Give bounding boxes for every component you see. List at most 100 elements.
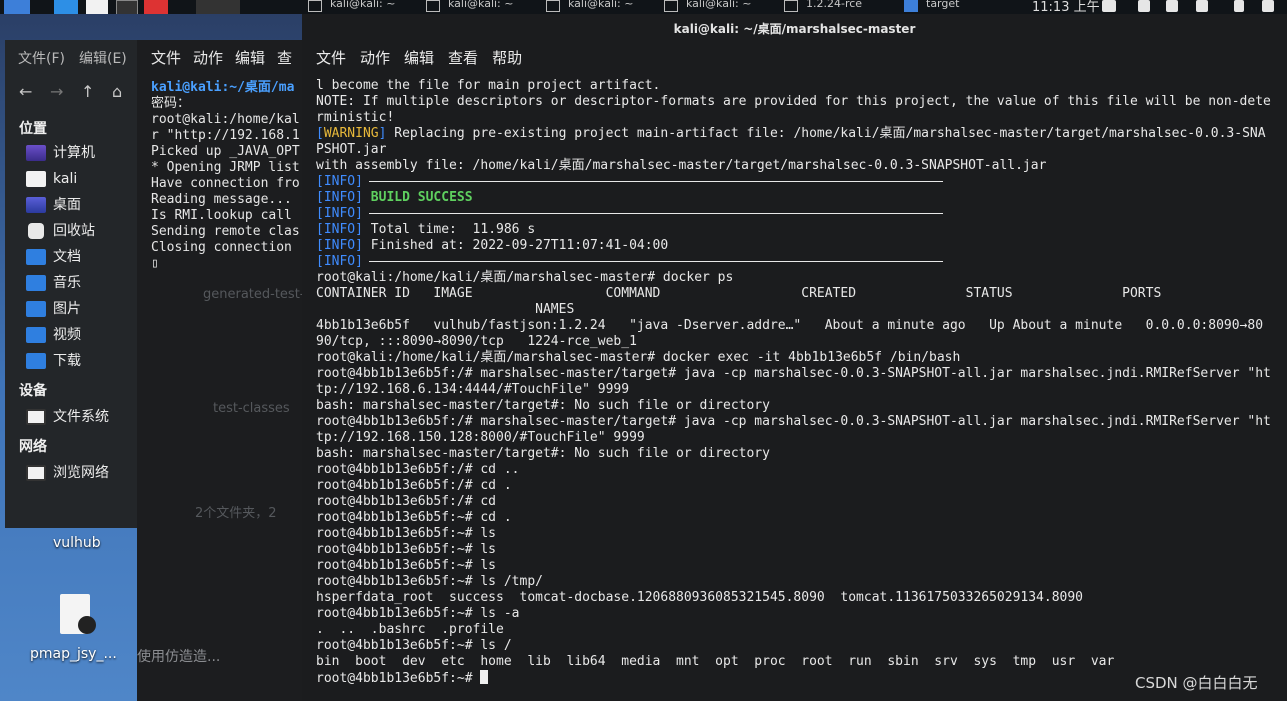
kali-menu-icon[interactable] xyxy=(4,0,30,14)
line-segment: Replacing pre-existing project main-arti… xyxy=(386,126,1266,141)
separator-rule xyxy=(368,181,943,182)
drive-icon xyxy=(26,409,46,425)
menu-view[interactable]: 查看 xyxy=(448,49,478,67)
terminal-line: bash: marshalsec-master/target#: No such… xyxy=(316,398,1287,414)
line-segment: root@4bb1b13e6b5f:~# ls / xyxy=(316,638,512,653)
terminal-menubar: 文件 动作 编辑 查看 帮助 xyxy=(316,47,536,68)
line-segment: PSHOT.jar xyxy=(316,142,387,157)
lock-screen-icon[interactable] xyxy=(1234,0,1244,12)
menu-help[interactable]: 帮助 xyxy=(492,49,522,67)
terminal-line: [INFO] xyxy=(316,206,1287,222)
forward-icon[interactable]: → xyxy=(50,82,81,101)
home-folder-icon xyxy=(26,171,46,187)
taskbar-item[interactable]: kali@kali: ~ xyxy=(546,0,658,14)
menu-view[interactable]: 查 xyxy=(277,49,292,67)
menu-file[interactable]: 文件(F) xyxy=(18,51,65,67)
terminal-line: root@4bb1b13e6b5f:~# ls / xyxy=(316,638,1287,654)
terminal-line: [INFO] xyxy=(316,174,1287,190)
desktop-icon-vulhub[interactable]: vulhub xyxy=(53,535,101,551)
power-icon[interactable] xyxy=(1262,0,1274,12)
desktop-icon-other[interactable]: 使用仿造造... xyxy=(137,646,220,666)
file-manager-nav: ← → ↑ ⌂ xyxy=(19,82,143,101)
terminal-launcher-icon[interactable] xyxy=(54,0,78,14)
terminal-line: bash: marshalsec-master/target#: No such… xyxy=(316,446,1287,462)
terminal-line: root@4bb1b13e6b5f:~# ls -a xyxy=(316,606,1287,622)
sidebar-item-music[interactable]: 音乐 xyxy=(26,273,81,293)
sidebar-item-filesystem[interactable]: 文件系统 xyxy=(26,407,109,427)
terminal-line: root@4bb1b13e6b5f:~# cd . xyxy=(316,510,1287,526)
line-segment: ▯ xyxy=(151,256,159,271)
line-segment: Sending remote clas xyxy=(151,224,300,239)
window-title: kali@kali: ~/桌面/marshalsec-master xyxy=(673,22,916,36)
line-segment: root@4bb1b13e6b5f:/# cd . xyxy=(316,478,512,493)
desktop-icon-pmap[interactable]: pmap_jsy_... xyxy=(30,646,117,662)
separator-rule xyxy=(368,261,943,262)
terminal-line: root@4bb1b13e6b5f:~# ls xyxy=(316,558,1287,574)
music-folder-icon xyxy=(26,275,46,291)
sidebar-item-browse-network[interactable]: 浏览网络 xyxy=(26,463,109,483)
file-manager-launcher-icon[interactable] xyxy=(86,0,108,14)
line-segment: root@kali:/home/kal xyxy=(151,112,300,127)
terminal-line: r "http://192.168.1 xyxy=(151,128,307,144)
taskbar-item[interactable]: kali@kali: ~ xyxy=(664,0,776,14)
terminal-line: bin boot dev etc home lib lib64 media mn… xyxy=(316,654,1287,670)
menu-file[interactable]: 文件 xyxy=(151,49,181,67)
line-segment: root@4bb1b13e6b5f:~# ls xyxy=(316,526,497,541)
terminal-line: root@4bb1b13e6b5f:/# marshalsec-master/t… xyxy=(316,366,1287,382)
network-icon[interactable] xyxy=(1166,0,1178,12)
sidebar-item-kali[interactable]: kali xyxy=(26,169,77,189)
notification-bell-icon[interactable] xyxy=(1138,0,1150,12)
sidebar-item-trash[interactable]: 回收站 xyxy=(26,221,95,241)
terminal-line: * Opening JRMP list xyxy=(151,160,307,176)
line-segment: kali@kali xyxy=(151,80,222,95)
line-segment: l become the file for main project artif… xyxy=(316,78,661,93)
terminal-icon xyxy=(664,0,678,12)
sidebar-item-videos[interactable]: 视频 xyxy=(26,325,81,345)
sidebar-item-desktop[interactable]: 桌面 xyxy=(26,195,81,215)
taskbar-item[interactable]: kali@kali: ~ xyxy=(426,0,540,14)
menu-edit[interactable]: 编辑 xyxy=(404,49,434,67)
workspace-switcher[interactable] xyxy=(196,0,240,14)
clipboard-icon[interactable] xyxy=(1102,0,1116,12)
terminal-line: Reading message... xyxy=(151,192,307,208)
up-icon[interactable]: ↑ xyxy=(81,82,112,101)
terminal-output[interactable]: l become the file for main project artif… xyxy=(316,78,1287,686)
terminal-line: with assembly file: /home/kali/桌面/marsha… xyxy=(316,158,1287,174)
terminal-line: [INFO] BUILD SUCCESS xyxy=(316,190,1287,206)
line-segment: Closing connection xyxy=(151,240,292,255)
sidebar-item-documents[interactable]: 文档 xyxy=(26,247,81,267)
line-segment: [INFO] xyxy=(316,174,363,189)
line-segment: bin boot dev etc home lib lib64 media mn… xyxy=(316,654,1115,669)
menu-action[interactable]: 动作 xyxy=(193,49,223,67)
terminal-line: hsperfdata_root success tomcat-docbase.1… xyxy=(316,590,1287,606)
terminal-icon xyxy=(308,0,322,12)
sidebar-item-downloads[interactable]: 下载 xyxy=(26,351,81,371)
menu-action[interactable]: 动作 xyxy=(360,49,390,67)
terminal-line: ▯ xyxy=(151,256,307,272)
terminal-line: Have connection fro xyxy=(151,176,307,192)
battery-icon[interactable] xyxy=(1196,0,1208,12)
line-segment: tp://192.168.150.128:8000/#TouchFile" 99… xyxy=(316,430,645,445)
background-terminal-window: 文件 动作 编辑查 kali@kali:~/桌面/ma 密码： root@kali:/h… xyxy=(137,40,354,701)
editor-launcher-icon[interactable] xyxy=(116,0,138,14)
sidebar-item-pictures[interactable]: 图片 xyxy=(26,299,81,319)
menu-file[interactable]: 文件 xyxy=(316,49,346,67)
sidebar-item-computer[interactable]: 计算机 xyxy=(26,143,95,163)
terminal-line: l become the file for main project artif… xyxy=(316,78,1287,94)
line-segment: root@4bb1b13e6b5f:/# marshalsec-master/t… xyxy=(316,414,1271,429)
terminal-line: NOTE: If multiple descriptors or descrip… xyxy=(316,94,1287,110)
line-segment: Reading message... xyxy=(151,192,292,207)
menu-edit[interactable]: 编辑 xyxy=(235,49,265,67)
line-segment: Finished at: 2022-09-27T11:07:41-04:00 xyxy=(362,238,669,253)
back-icon[interactable]: ← xyxy=(19,82,50,101)
taskbar-item[interactable]: 1.2.24-rce xyxy=(784,0,894,14)
taskbar-item[interactable]: target xyxy=(904,0,1014,14)
trash-icon xyxy=(28,223,44,239)
background-terminal-output: kali@kali:~/桌面/ma 密码： root@kali:/home/kal r… xyxy=(151,80,307,272)
line-segment: BUILD SUCCESS xyxy=(370,190,473,205)
menu-edit[interactable]: 编辑(E) xyxy=(79,51,127,67)
clock[interactable]: 11:13 上午 xyxy=(1032,0,1100,14)
browser-launcher-icon[interactable] xyxy=(144,0,168,14)
line-segment: root@4bb1b13e6b5f:~# xyxy=(316,671,481,686)
taskbar-item[interactable]: kali@kali: ~ xyxy=(308,0,420,14)
